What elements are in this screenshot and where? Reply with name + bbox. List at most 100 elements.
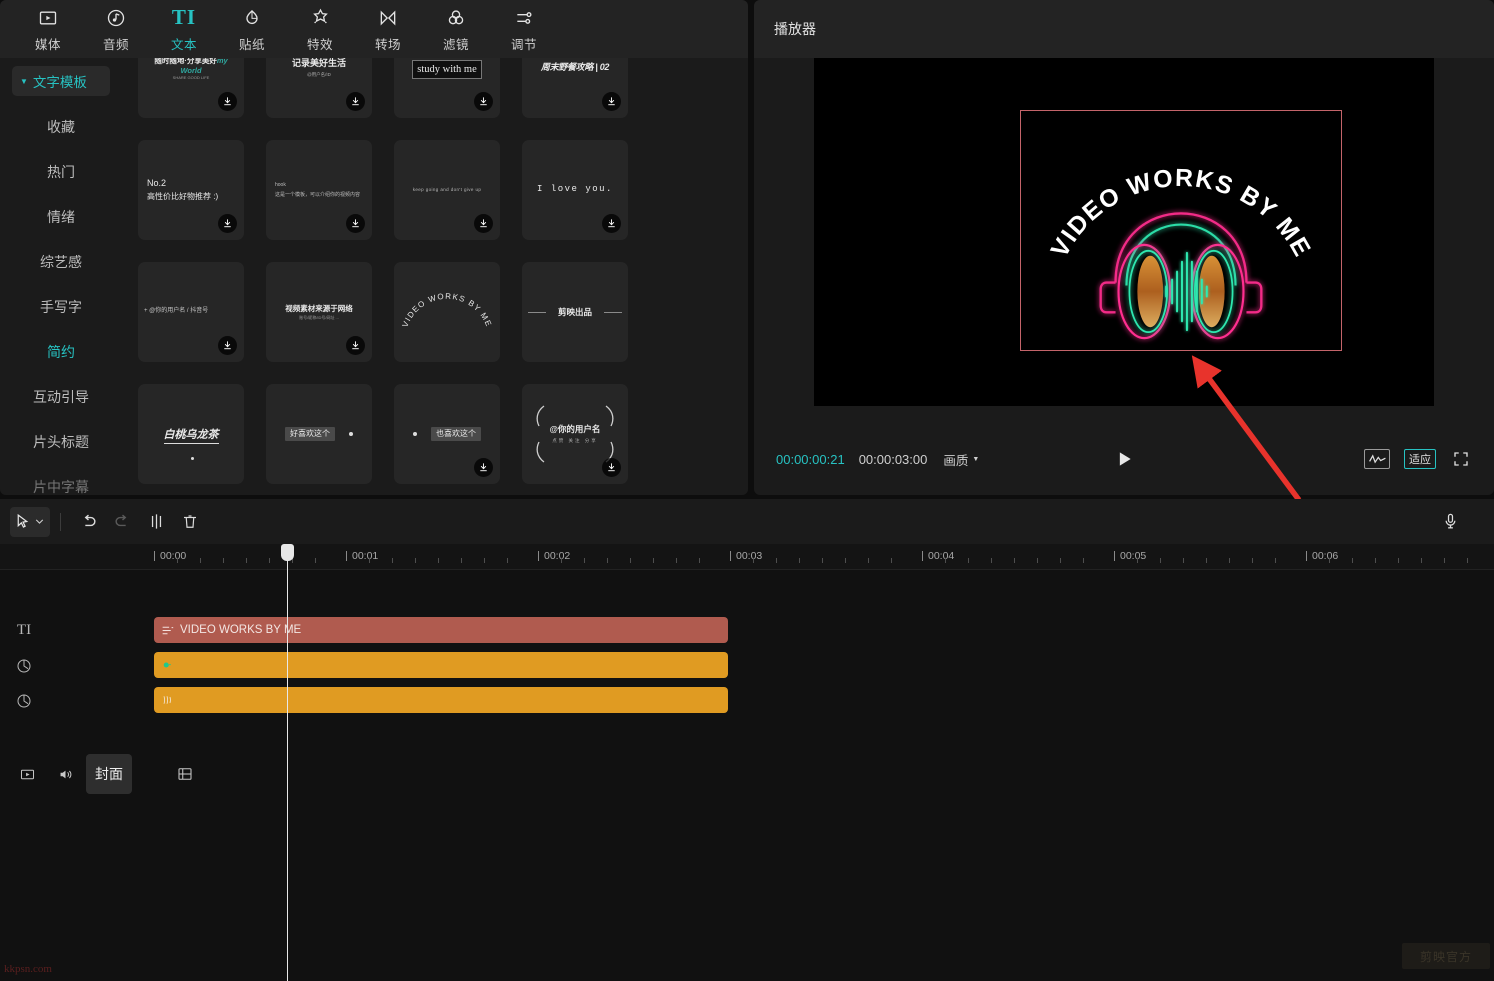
split-button[interactable] — [139, 507, 173, 537]
audio-note-circle-icon — [106, 6, 126, 30]
redo-button[interactable] — [105, 507, 139, 537]
template-card[interactable]: 周末野餐攻略 | 02 — [522, 58, 628, 118]
sidebar-item-interactive[interactable]: 互动引导 — [0, 374, 122, 419]
playhead[interactable] — [281, 544, 294, 981]
template-card[interactable]: + @你的用户名 / 抖音号 — [138, 262, 244, 362]
download-icon[interactable] — [602, 458, 621, 477]
download-icon[interactable] — [474, 214, 493, 233]
template-title: VIDEO WORKS BY ME — [401, 292, 493, 329]
template-title: study with me — [412, 60, 482, 79]
sidebar-header-text-templates[interactable]: ▼ 文字模板 — [12, 66, 110, 96]
fullscreen-button[interactable] — [1450, 448, 1472, 470]
tool-sticker[interactable]: 贴纸 — [218, 1, 286, 57]
cover-label: 封面 — [95, 766, 123, 782]
download-icon[interactable] — [602, 214, 621, 233]
template-card[interactable]: @你的用户名 点赞 关注 分享 — [522, 384, 628, 484]
template-card[interactable]: 记录美好生活 @用户名/ID — [266, 58, 372, 118]
undo-button[interactable] — [71, 507, 105, 537]
template-subtitle: 账号/昵称/ID号/网址 ... — [299, 315, 339, 321]
download-icon[interactable] — [602, 92, 621, 111]
text-lines-icon — [160, 623, 174, 637]
sidebar-header-label: 文字模板 — [32, 75, 87, 90]
selection-frame[interactable]: VIDEO WORKS BY ME — [1020, 110, 1342, 351]
library-panel: 媒体 音频 TI 文本 贴纸 特效 转场 滤镜 调节 ▼ 文字模板 收藏 热门 … — [0, 0, 748, 495]
quality-dropdown[interactable]: 画质 ▼ — [943, 450, 979, 469]
download-icon[interactable] — [474, 92, 493, 111]
chevron-down-icon — [35, 519, 44, 524]
play-icon — [1119, 452, 1131, 466]
sidebar-item-label: 手写字 — [40, 298, 82, 315]
template-title: No.2 — [147, 177, 167, 188]
record-audio-button[interactable] — [1436, 507, 1464, 535]
video-track-toggle[interactable] — [10, 759, 44, 789]
template-card[interactable]: 随时随地·分享美好my World SHARE GOOD LIFE — [138, 58, 244, 118]
template-card[interactable]: 也喜欢这个 — [394, 384, 500, 484]
sidebar-item-hot[interactable]: 热门 — [0, 149, 122, 194]
audio-track-toggle[interactable] — [48, 759, 82, 789]
template-title: I love you. — [537, 184, 613, 195]
template-subtitle: 这是一个模板，可以介绍你的视频内容 — [275, 191, 361, 198]
template-card[interactable]: hook 这是一个模板，可以介绍你的视频内容 — [266, 140, 372, 240]
template-card[interactable]: 好喜欢这个 — [266, 384, 372, 484]
sticker-drop-icon — [242, 6, 262, 30]
track-row — [0, 648, 1494, 683]
download-icon[interactable] — [474, 458, 493, 477]
template-title: 记录美好生活 — [291, 58, 346, 69]
film-frame-icon — [20, 769, 34, 779]
sidebar-item-handwriting[interactable]: 手写字 — [0, 284, 122, 329]
sidebar-item-favorites[interactable]: 收藏 — [0, 104, 122, 149]
tool-filter-label: 滤镜 — [442, 37, 469, 52]
play-button[interactable] — [1109, 444, 1139, 474]
sticker-brush-icon — [160, 693, 174, 707]
template-title: hook — [275, 182, 286, 189]
download-icon[interactable] — [346, 214, 365, 233]
decor-dot — [349, 432, 353, 436]
tool-adjust[interactable]: 调节 — [490, 1, 558, 57]
delete-button[interactable] — [173, 507, 207, 537]
scope-toggle-button[interactable] — [1364, 449, 1390, 469]
template-card[interactable]: keep going and don't give up — [394, 140, 500, 240]
sidebar-item-midroll-subtitle[interactable]: 片中字幕 — [0, 464, 122, 495]
sidebar-item-variety[interactable]: 综艺感 — [0, 239, 122, 284]
tool-text[interactable]: TI 文本 — [150, 1, 218, 57]
timeline-clip-text[interactable]: VIDEO WORKS BY ME — [154, 617, 728, 643]
neon-headphones-logo: VIDEO WORKS BY ME — [1046, 165, 1314, 340]
template-card[interactable]: I love you. — [522, 140, 628, 240]
sidebar-item-opening-title[interactable]: 片头标题 — [0, 419, 122, 464]
playhead-handle[interactable] — [281, 544, 294, 561]
download-icon[interactable] — [218, 92, 237, 111]
tool-audio[interactable]: 音频 — [82, 1, 150, 57]
download-icon[interactable] — [346, 336, 365, 355]
timeline-clip-sticker[interactable] — [154, 652, 728, 678]
template-card[interactable]: 剪映出品 — [522, 262, 628, 362]
ruler-label: 00:01 — [352, 550, 379, 562]
template-card[interactable]: 视频素材来源于网络 账号/昵称/ID号/网址 ... — [266, 262, 372, 362]
watermark-bottom-left: kkpsn.com — [4, 963, 52, 975]
decor-dot — [191, 457, 194, 460]
svg-text:VIDEO WORKS BY ME: VIDEO WORKS BY ME — [401, 292, 493, 328]
template-card[interactable]: study with me — [394, 58, 500, 118]
sidebar-item-simple[interactable]: 简约 — [0, 329, 122, 374]
tool-transition[interactable]: 转场 — [354, 1, 422, 57]
template-card[interactable]: 白桃乌龙茶 — [138, 384, 244, 484]
sidebar-item-mood[interactable]: 情绪 — [0, 194, 122, 239]
download-icon[interactable] — [218, 214, 237, 233]
download-icon[interactable] — [218, 336, 237, 355]
timeline-clip-sticker[interactable] — [154, 687, 728, 713]
template-title: 也喜欢这个 — [431, 427, 481, 441]
ruler-label: 00:00 — [160, 550, 187, 562]
preview-stage[interactable]: VIDEO WORKS BY ME — [814, 58, 1434, 406]
download-icon[interactable] — [346, 92, 365, 111]
template-grid[interactable]: 随时随地·分享美好my World SHARE GOOD LIFE 记录美好生活… — [122, 58, 748, 495]
save-draft-button[interactable] — [168, 759, 202, 789]
sidebar-item-label: 热门 — [47, 163, 75, 180]
tool-filter[interactable]: 滤镜 — [422, 1, 490, 57]
cover-button[interactable]: 封面 — [86, 754, 132, 794]
template-card[interactable]: VIDEO WORKS BY ME — [394, 262, 500, 362]
fit-button[interactable]: 适应 — [1404, 449, 1436, 469]
timeline-ruler[interactable]: 00:00 00:01 00:02 00:03 00:04 00:05 00:0… — [0, 544, 1494, 570]
template-card[interactable]: No.2 高性价比好物推荐 :) — [138, 140, 244, 240]
tool-effects[interactable]: 特效 — [286, 1, 354, 57]
tool-media[interactable]: 媒体 — [14, 1, 82, 57]
select-tool[interactable] — [10, 506, 50, 537]
